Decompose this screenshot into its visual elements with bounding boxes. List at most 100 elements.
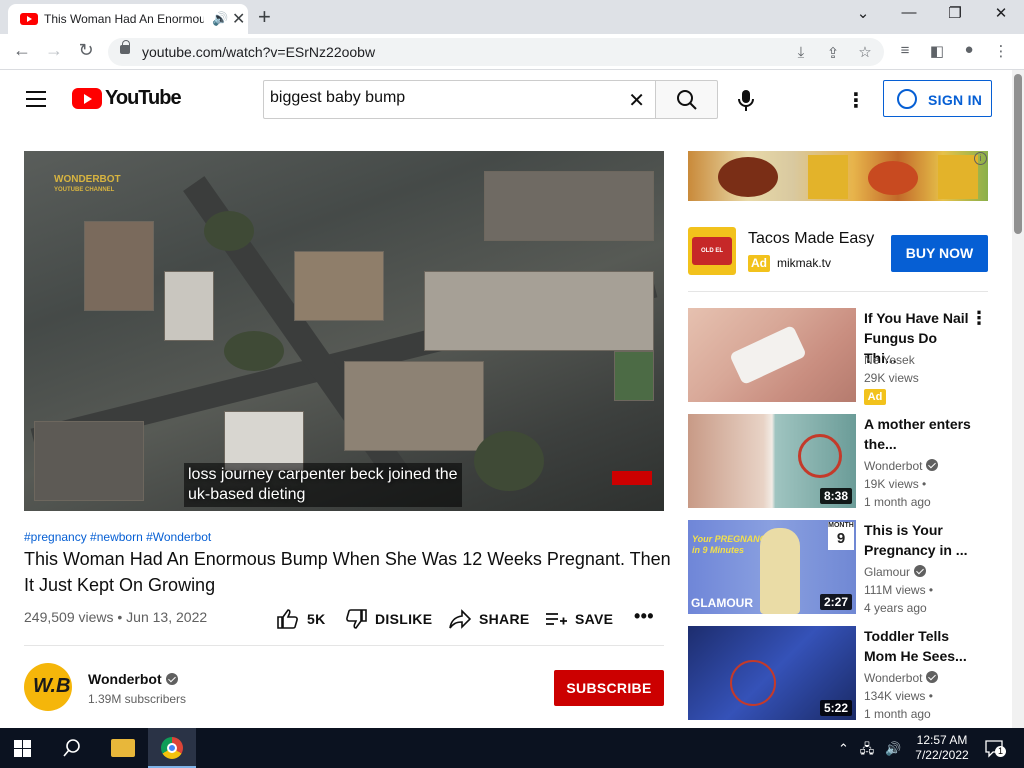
new-tab-button[interactable]: + (258, 4, 271, 30)
recommended-video[interactable]: 5:22 Toddler Tells Mom He Sees... Wonder… (688, 626, 988, 721)
windows-start-icon[interactable] (14, 740, 31, 757)
ad-badge: Ad (864, 389, 886, 405)
ad-badge: Ad (748, 255, 770, 272)
network-icon[interactable]: 🖧 (860, 741, 875, 756)
reload-button[interactable]: ↻ (74, 40, 98, 61)
side-panel-icon[interactable]: ◧ (926, 42, 948, 60)
channel-avatar[interactable]: W.B (24, 663, 72, 711)
share-icon[interactable]: ⇪ (822, 44, 844, 62)
subscribe-button[interactable]: SUBSCRIBE (554, 670, 664, 706)
verified-check-icon (926, 459, 939, 471)
recommended-video[interactable]: 8:38 A mother enters the... Wonderbot 19… (688, 414, 988, 509)
share-button[interactable]: SHARE (449, 609, 530, 629)
browser-tab[interactable]: This Woman Had An Enormous Bump When She… (8, 4, 248, 34)
youtube-play-icon (72, 88, 102, 109)
chrome-menu-icon[interactable]: ⋮ (990, 42, 1012, 60)
install-app-icon[interactable]: ⤓ (790, 44, 812, 61)
sign-in-label: SIGN IN (928, 92, 983, 108)
bandage (729, 324, 807, 386)
recommended-age: 1 month ago (864, 707, 931, 721)
ad-title[interactable]: Tacos Made Easy (748, 230, 874, 248)
show-hidden-icons-icon[interactable]: ⌃ (838, 741, 849, 756)
clear-search-icon[interactable]: ✕ (628, 88, 645, 113)
glamour-logo: GLAMOUR (691, 596, 753, 610)
recommended-video[interactable]: Your PREGNANCY in 9 Minutes GLAMOUR MONT… (688, 520, 988, 615)
recommended-title[interactable]: A mother enters the... (864, 414, 972, 454)
video-thumbnail[interactable]: 8:38 (688, 414, 856, 508)
youtube-header: YouTube ✕ ⋮ SIGN IN (0, 70, 1012, 128)
chrome-taskbar-button[interactable] (148, 728, 196, 768)
recommended-video[interactable]: If You Have Nail Fungus Do Thi... ⋮ Ne Y… (688, 308, 988, 405)
caption-line: loss journey carpenter beck joined the (188, 466, 458, 483)
recommended-title[interactable]: This is Your Pregnancy in ... (864, 520, 972, 560)
volume-icon[interactable]: 🔊 (885, 741, 901, 756)
verified-check-icon (926, 671, 939, 683)
search-input[interactable] (270, 89, 610, 107)
video-player[interactable]: WONDERBOT YOUTUBE CHANNEL loss journey c… (24, 151, 664, 511)
thumbs-down-icon (346, 609, 367, 629)
maximize-button[interactable]: ❐ (940, 4, 970, 22)
building (34, 421, 144, 501)
search-button[interactable] (655, 80, 718, 119)
recommended-channel[interactable]: Ne Yesek (864, 353, 915, 367)
close-tab-button[interactable]: ✕ (232, 9, 245, 29)
like-count: 5K (307, 611, 326, 627)
buy-now-button[interactable]: BUY NOW (891, 235, 988, 272)
lock-icon[interactable] (120, 40, 130, 54)
media-control-icon[interactable]: ≡ (894, 42, 916, 59)
like-button[interactable]: 5K (277, 609, 326, 629)
video-thumbnail[interactable] (688, 308, 856, 402)
recommended-title[interactable]: Toddler Tells Mom He Sees... (864, 626, 972, 666)
tree (204, 211, 254, 251)
video-menu-icon[interactable]: ⋮ (970, 308, 988, 329)
save-button[interactable]: SAVE (545, 609, 613, 629)
building (294, 251, 384, 321)
back-button[interactable]: ← (10, 40, 34, 61)
channel-name-text: Wonderbot (88, 671, 162, 687)
recommended-channel[interactable]: Wonderbot (864, 459, 939, 473)
notification-center-icon[interactable]: 1 (984, 738, 1006, 758)
taskbar-clock[interactable]: 12:57 AM 7/22/2022 (912, 733, 972, 763)
sign-in-button[interactable]: SIGN IN (883, 80, 992, 117)
system-tray[interactable]: ⌃ 🖧 🔊 (838, 740, 901, 762)
thumbs-up-icon (277, 609, 298, 629)
scrollbar-thumb[interactable] (1014, 74, 1022, 234)
minimize-button[interactable]: — (894, 4, 924, 21)
forward-button[interactable]: → (42, 40, 66, 61)
video-thumbnail[interactable]: 5:22 (688, 626, 856, 720)
search-icon (677, 90, 697, 110)
highlight-circle (730, 660, 776, 706)
playlist-add-icon (546, 613, 567, 625)
window-close-button[interactable]: ✕ (986, 4, 1016, 22)
recommended-views: 111M views • (864, 583, 934, 597)
bookmark-star-icon[interactable]: ☆ (854, 43, 876, 61)
recommended-channel[interactable]: Glamour (864, 565, 927, 579)
recommended-channel[interactable]: Wonderbot (864, 671, 939, 685)
video-hashtags[interactable]: #pregnancy #newborn #Wonderbot (24, 530, 211, 544)
profile-icon[interactable]: ● (958, 41, 980, 58)
speaker-icon[interactable]: 🔊 (212, 11, 228, 27)
browser-toolbar: ← → ↻ youtube.com/watch?v=ESrNz22oobw ⤓ … (0, 34, 1024, 70)
address-bar[interactable]: youtube.com/watch?v=ESrNz22oobw ⤓ ⇪ ☆ (108, 38, 884, 66)
file-explorer-icon[interactable] (111, 739, 135, 757)
food-plate (868, 161, 918, 195)
taskbar-search-icon[interactable] (62, 738, 82, 758)
tab-search-button[interactable]: ⌄ (848, 4, 878, 22)
subscribe-watermark-icon[interactable] (612, 471, 652, 485)
channel-name[interactable]: Wonderbot (88, 671, 178, 687)
video-thumbnail[interactable]: Your PREGNANCY in 9 Minutes GLAMOUR MONT… (688, 520, 856, 614)
dislike-button[interactable]: DISLIKE (345, 609, 432, 629)
month-number: 9 (836, 530, 846, 547)
settings-more-icon[interactable]: ⋮ (846, 88, 866, 113)
tab-title: This Woman Had An Enormous Bump When She… (44, 12, 204, 26)
advertiser-logo[interactable]: OLD EL PASO (688, 227, 736, 282)
share-label: SHARE (479, 611, 530, 627)
channel-text: Wonderbot (864, 671, 923, 685)
voice-search-button[interactable] (732, 86, 760, 114)
ad-banner-image[interactable] (688, 151, 988, 201)
more-actions-icon[interactable]: ••• (634, 606, 654, 627)
video-stats: 249,509 views • Jun 13, 2022 (24, 609, 208, 625)
video-title: This Woman Had An Enormous Bump When She… (24, 549, 671, 595)
ad-info-icon[interactable]: i (974, 152, 987, 165)
hamburger-menu-icon[interactable] (26, 91, 46, 107)
